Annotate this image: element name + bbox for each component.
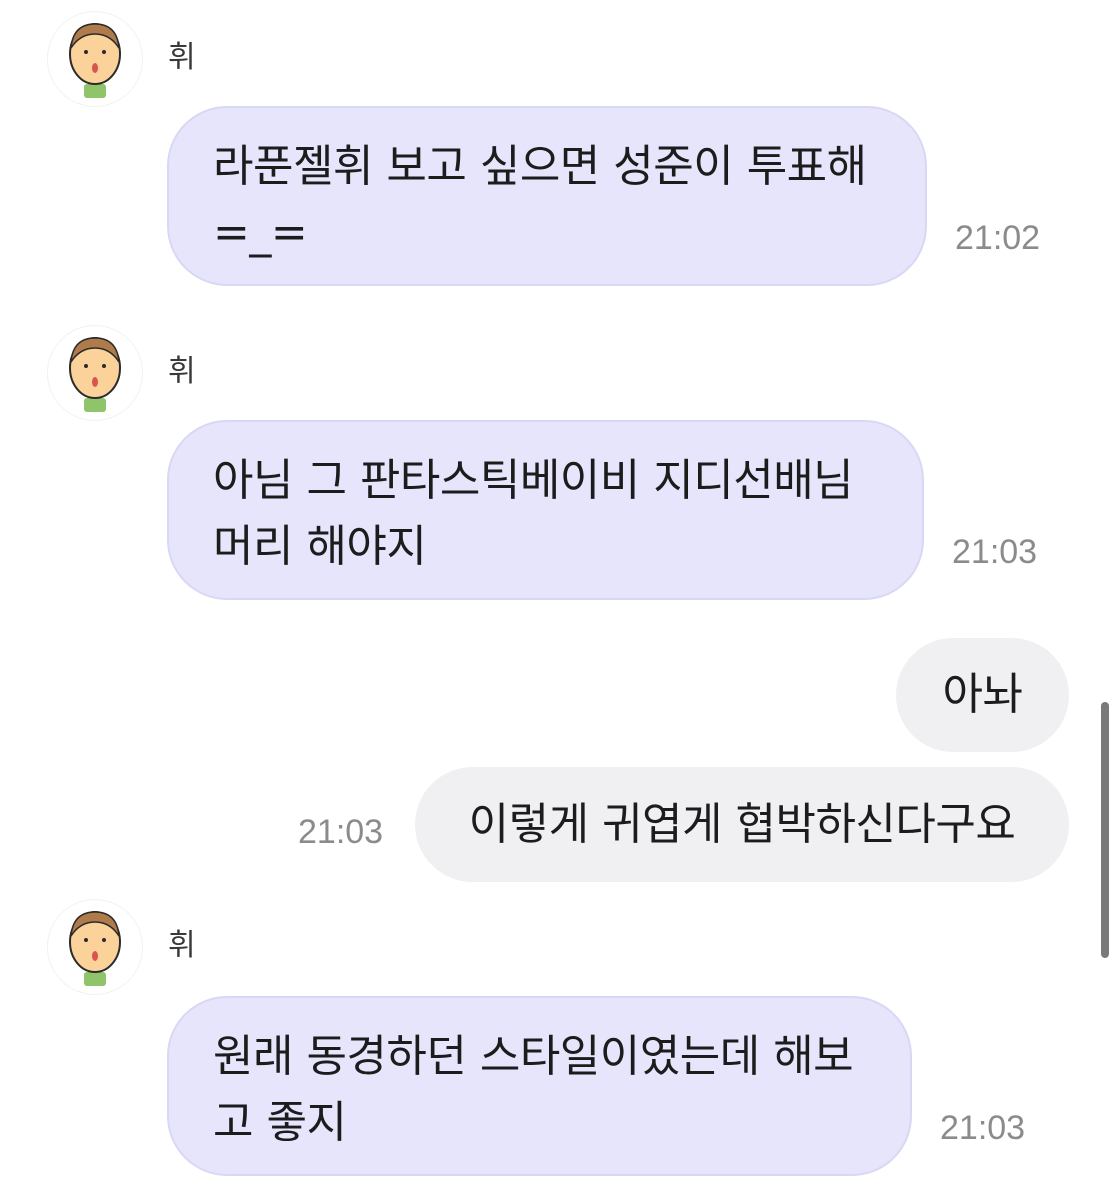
cartoon-boy-avatar-icon bbox=[69, 23, 121, 98]
sender-name: 휘 bbox=[168, 354, 196, 389]
vertical-scrollbar[interactable] bbox=[1101, 702, 1109, 958]
message-timestamp: 21:03 bbox=[952, 533, 1038, 571]
message-timestamp: 21:02 bbox=[955, 219, 1041, 257]
message-bubble-incoming[interactable]: 라푼젤휘 보고 싶으면 성준이 투표해 =_= bbox=[167, 106, 927, 286]
sender-name: 휘 bbox=[168, 928, 196, 963]
avatar-icon[interactable] bbox=[48, 12, 142, 106]
message-timestamp: 21:03 bbox=[940, 1109, 1026, 1147]
cartoon-boy-avatar-icon bbox=[69, 337, 121, 412]
message-bubble-incoming[interactable]: 아님 그 판타스틱베이비 지디선배님 머리 해야지 bbox=[167, 420, 924, 600]
avatar-icon[interactable] bbox=[48, 900, 142, 994]
message-bubble-outgoing[interactable]: 이렇게 귀엽게 협박하신다구요 bbox=[415, 767, 1069, 882]
sender-name: 휘 bbox=[168, 40, 196, 75]
message-timestamp: 21:03 bbox=[298, 813, 384, 851]
cartoon-boy-avatar-icon bbox=[69, 911, 121, 986]
avatar-icon[interactable] bbox=[48, 326, 142, 420]
message-bubble-outgoing[interactable]: 아놔 bbox=[896, 638, 1069, 752]
message-bubble-incoming[interactable]: 원래 동경하던 스타일이였는데 해보 고 좋지 bbox=[167, 996, 912, 1176]
